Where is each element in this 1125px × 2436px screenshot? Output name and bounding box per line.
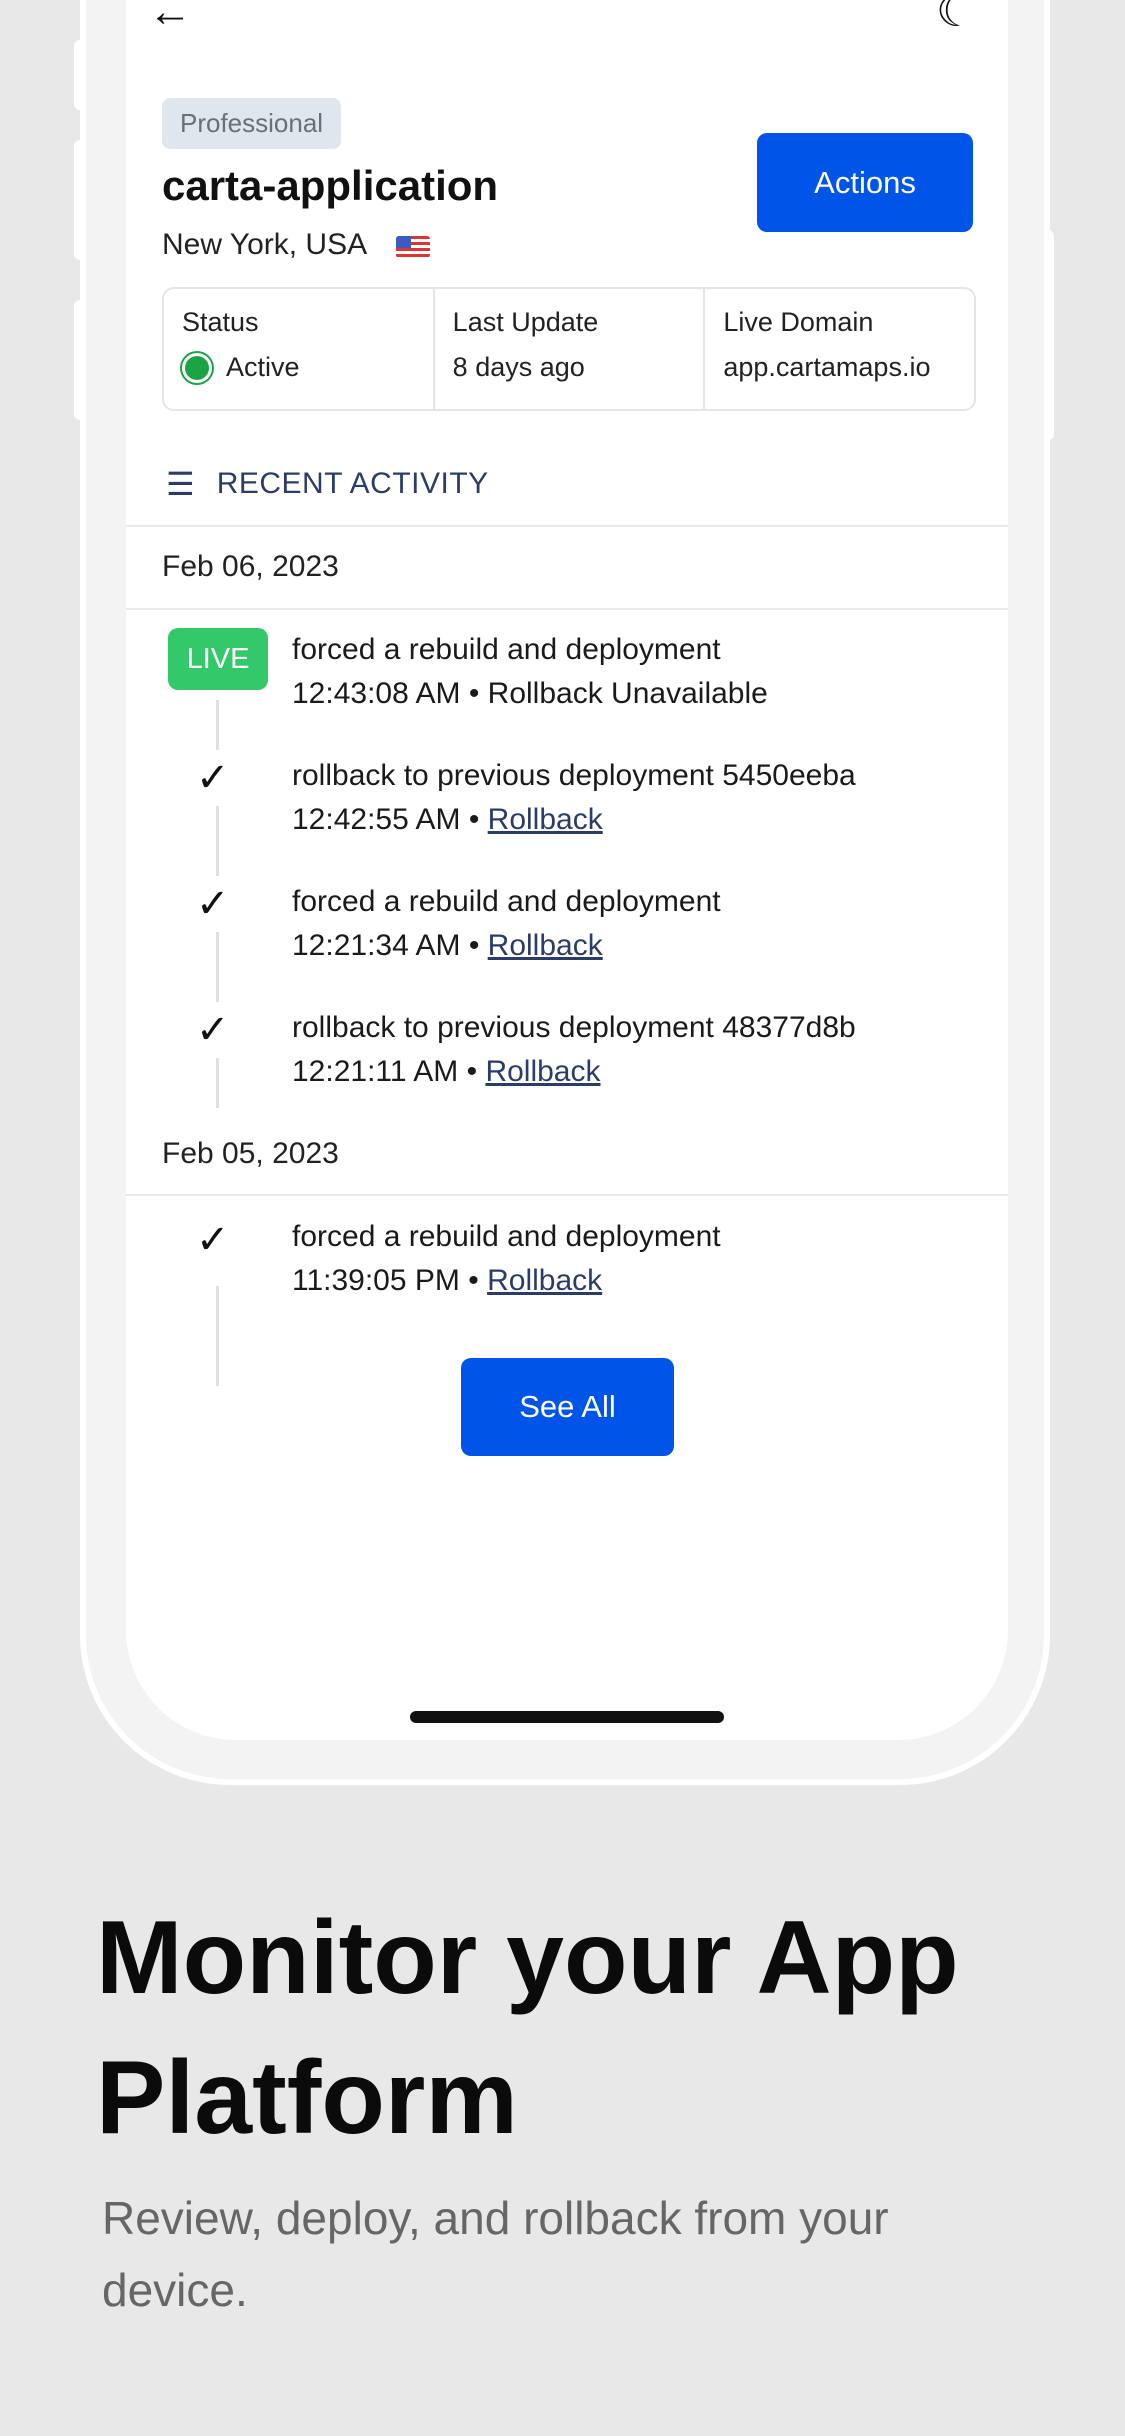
last-update-value: 8 days ago [452, 352, 585, 382]
status-value: Active [226, 352, 300, 382]
activity-meta: 12:21:34 AM • Rollback [292, 929, 603, 963]
check-icon: ✓ [196, 1218, 230, 1262]
rollback-link[interactable]: Rollback [488, 803, 603, 836]
activity-time: 12:43:08 AM [292, 677, 461, 710]
status-label: Status [182, 307, 259, 337]
separator: • [468, 803, 480, 836]
status-dot-icon [182, 352, 212, 383]
app-title: carta-application [162, 162, 499, 209]
info-panel: Status Active Last Update 8 days ago Liv… [162, 287, 976, 411]
actions-button[interactable]: Actions [757, 133, 973, 232]
activity-time: 12:21:11 AM [292, 1055, 459, 1088]
date-group-label: Feb 05, 2023 [162, 1137, 339, 1170]
check-icon: ✓ [196, 1008, 230, 1052]
activity-meta: 11:39:05 PM • Rollback [292, 1264, 602, 1298]
check-icon: ✓ [196, 756, 230, 800]
live-domain-value[interactable]: app.cartamaps.io [723, 352, 956, 383]
activity-meta: 12:21:11 AM • Rollback [292, 1055, 601, 1089]
divider [126, 1194, 1008, 1196]
plan-badge: Professional [162, 98, 342, 149]
recent-activity-heading: ☰ RECENT ACTIVITY [166, 465, 489, 503]
last-update-cell: Last Update 8 days ago [435, 289, 706, 409]
activity-meta: 12:43:08 AM • Rollback Unavailable [292, 677, 768, 711]
divider [126, 525, 1008, 527]
activity-time: 12:21:34 AM [292, 929, 461, 962]
us-flag-icon [396, 236, 430, 258]
live-badge: LIVE [168, 628, 268, 690]
activity-title: forced a rebuild and deployment [292, 633, 721, 666]
last-update-label: Last Update [452, 307, 599, 337]
check-icon: ✓ [196, 882, 230, 926]
activity-title: rollback to previous deployment 5450eeba [292, 759, 856, 792]
timeline-line [216, 932, 219, 1002]
activity-meta: 12:42:55 AM • Rollback [292, 803, 603, 837]
status-value-row: Active [182, 352, 415, 383]
separator: • [466, 1055, 478, 1088]
promo-title: Monitor your App Platform [96, 1900, 959, 2156]
moon-icon[interactable]: ☾ [936, 0, 975, 34]
arrow-left-icon[interactable]: ← [148, 0, 192, 34]
recent-activity-title: RECENT ACTIVITY [216, 467, 489, 500]
separator: • [468, 1264, 479, 1297]
activity-time: 11:39:05 PM [292, 1264, 460, 1297]
live-domain-label: Live Domain [723, 307, 874, 337]
timeline-line [216, 1058, 219, 1108]
phone-screen: ← ☾ Professional carta-application New Y… [126, 0, 1008, 1740]
live-domain-cell: Live Domain app.cartamaps.io [705, 289, 974, 409]
timeline-line [216, 806, 219, 876]
divider [126, 608, 1008, 610]
rollback-unavailable-text: Rollback Unavailable [487, 677, 768, 710]
rollback-link[interactable]: Rollback [487, 1264, 602, 1297]
timeline-line [216, 700, 219, 750]
status-cell: Status Active [164, 289, 435, 409]
activity-title: forced a rebuild and deployment [292, 1220, 721, 1253]
home-indicator[interactable] [410, 1711, 724, 1723]
separator: • [468, 677, 480, 710]
promo-subtitle: Review, deploy, and rollback from your d… [102, 2192, 889, 2316]
activity-time: 12:42:55 AM [292, 803, 461, 836]
rollback-link[interactable]: Rollback [485, 1055, 600, 1088]
rollback-link[interactable]: Rollback [488, 929, 603, 962]
app-location: New York, USA [162, 228, 368, 261]
list-icon: ☰ [166, 466, 195, 502]
activity-title: forced a rebuild and deployment [292, 885, 721, 918]
separator: • [468, 929, 480, 962]
see-all-button[interactable]: See All [461, 1358, 674, 1456]
activity-title: rollback to previous deployment 48377d8b [292, 1011, 856, 1044]
date-group-label: Feb 06, 2023 [162, 550, 339, 583]
timeline-line [216, 1286, 219, 1386]
